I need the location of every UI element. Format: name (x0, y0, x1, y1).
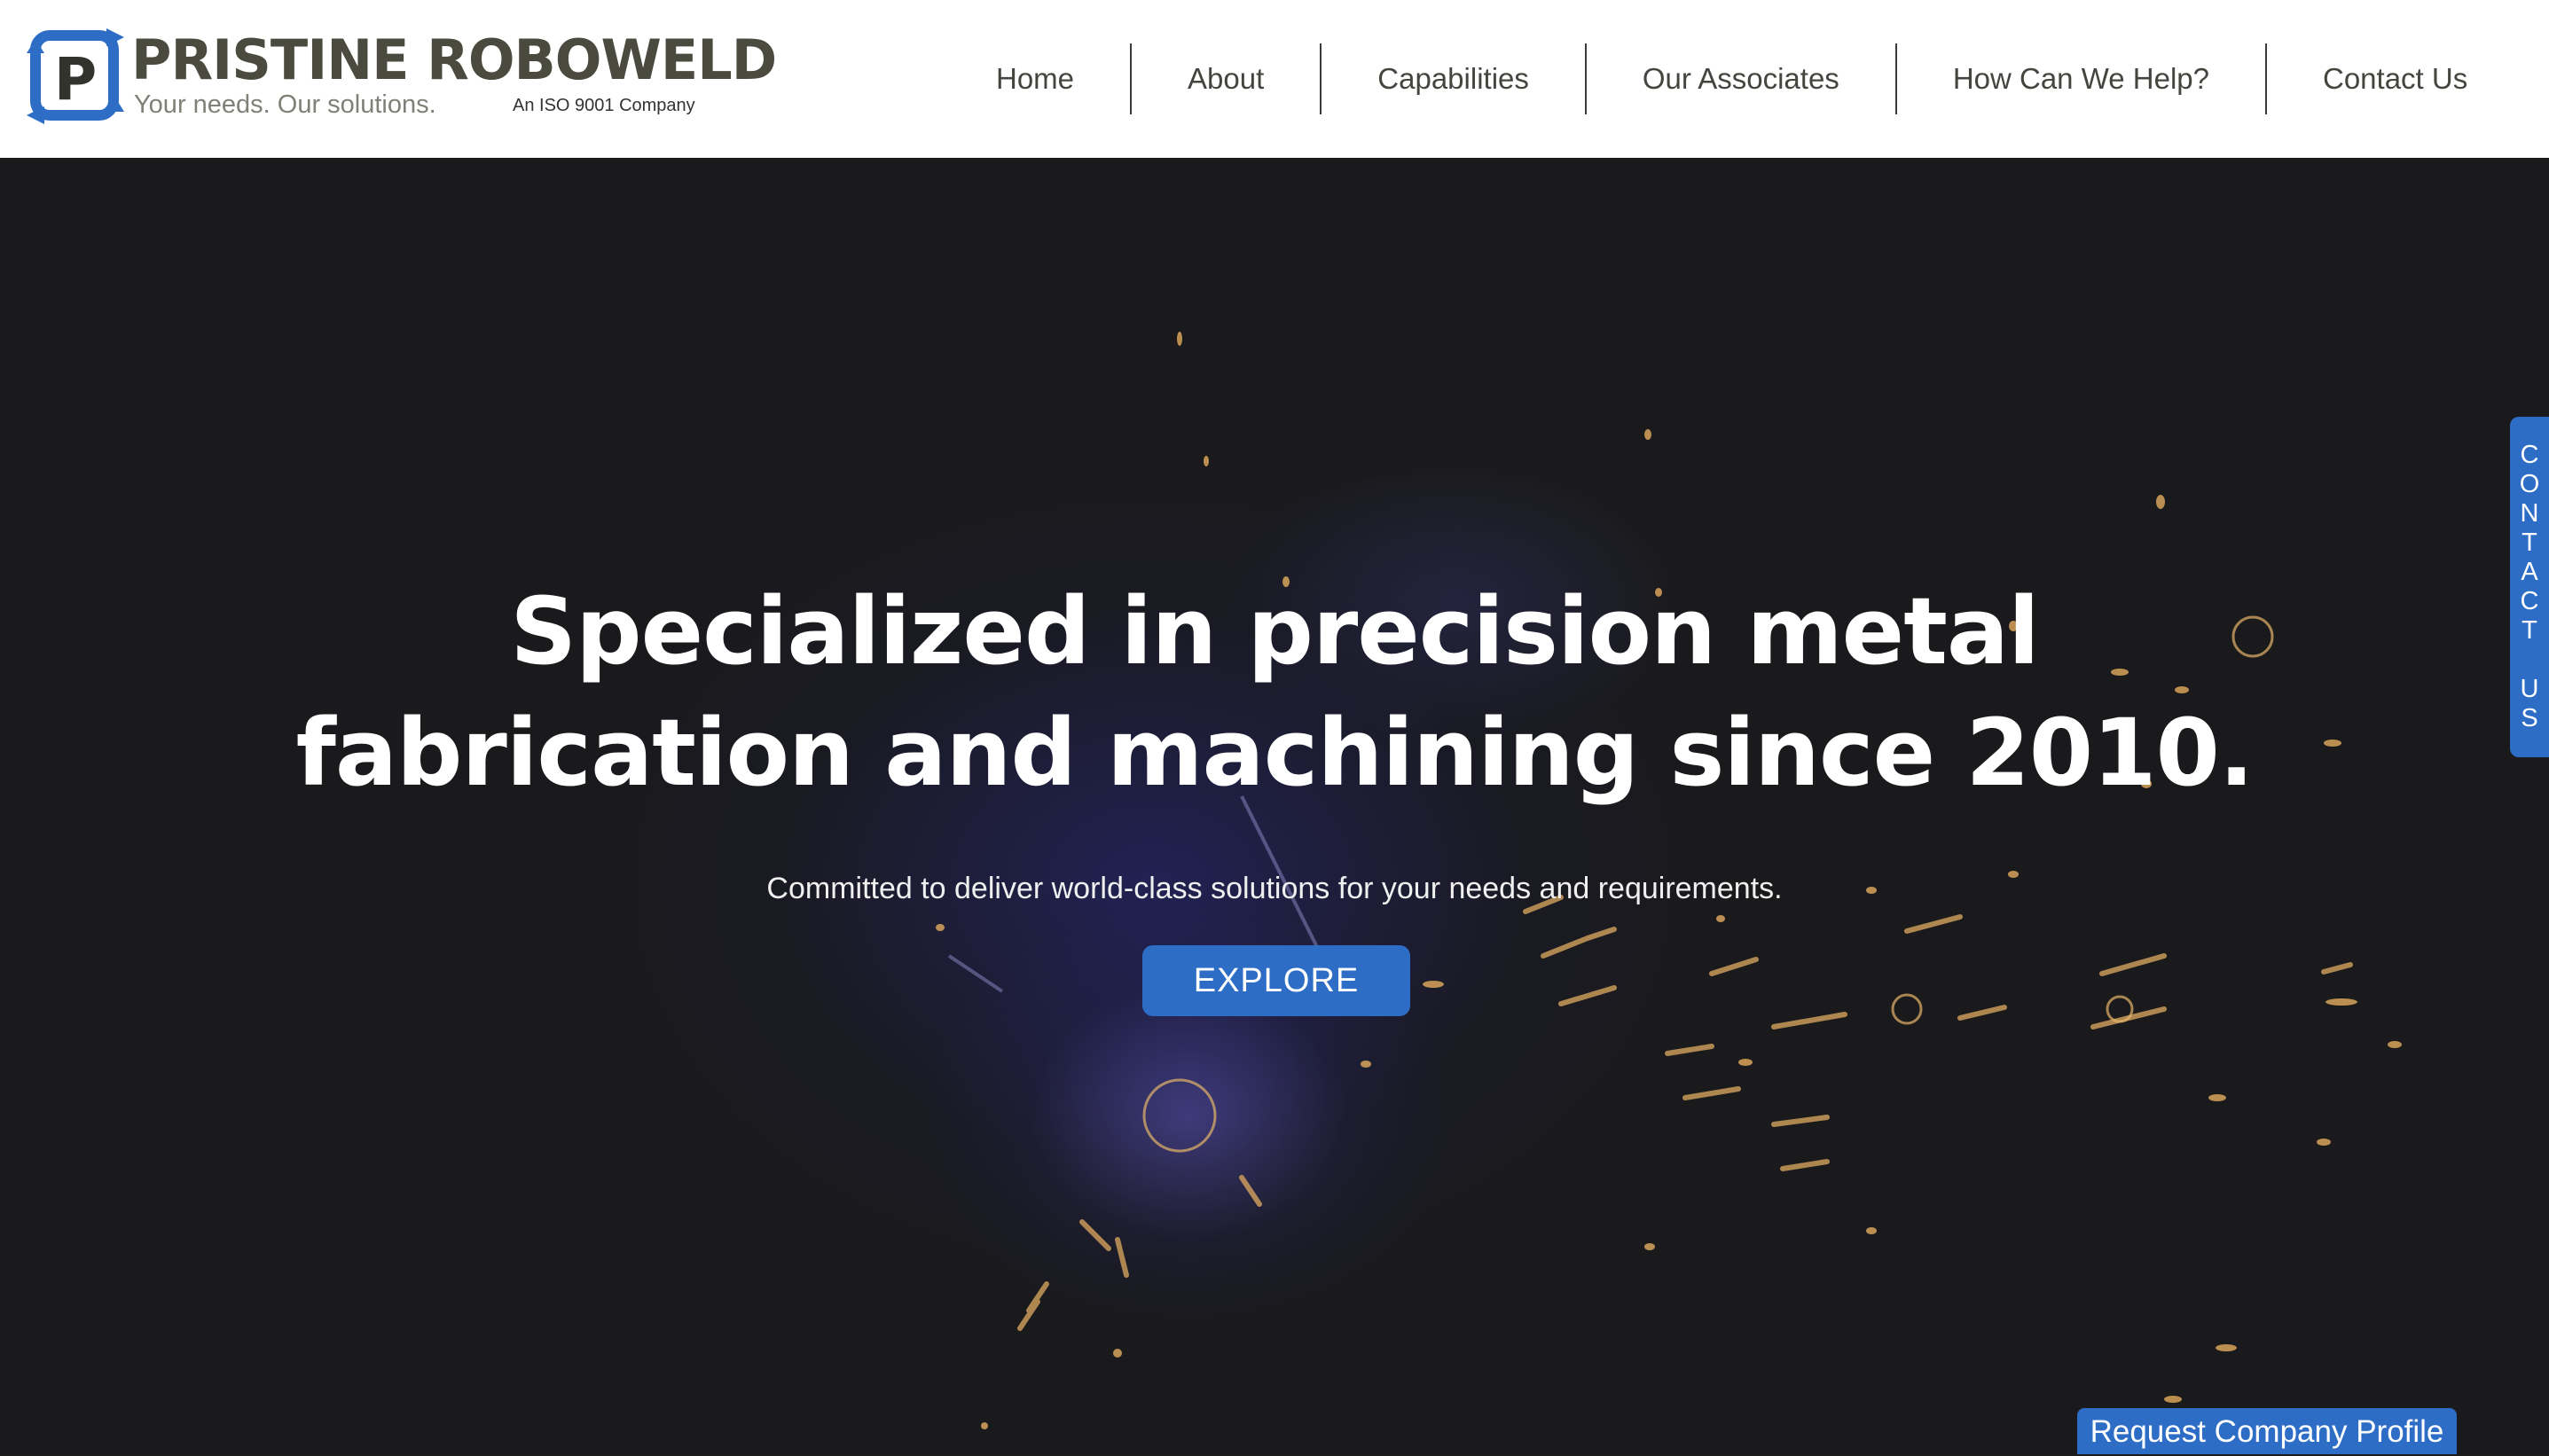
brand-name[interactable]: PRISTINE ROBOWELD (131, 27, 777, 94)
svg-text:P: P (54, 45, 97, 114)
brand-tagline: Your needs. Our solutions. (134, 90, 436, 119)
nav-item-home[interactable]: Home (940, 43, 1130, 115)
hero-subtitle: Committed to deliver world-class solutio… (766, 872, 1783, 905)
explore-button[interactable]: EXPLORE (1142, 945, 1410, 1016)
contact-us-side-tab[interactable]: C O N T A C T U S (2510, 417, 2549, 757)
nav-item-how-can-we-help[interactable]: How Can We Help? (1897, 43, 2265, 115)
side-tab-letter: S (2521, 704, 2538, 732)
hero-headline-line-1: Specialized in precision metal (510, 577, 2040, 685)
side-tab-letter: T (2522, 528, 2537, 557)
request-company-profile-button[interactable]: Request Company Profile (2077, 1408, 2457, 1454)
site-header: P PRISTINE ROBOWELD Your needs. Our solu… (0, 0, 2549, 158)
side-tab-letter: O (2519, 470, 2540, 498)
nav-item-capabilities[interactable]: Capabilities (1322, 43, 1585, 115)
hero-headline-line-2: fabrication and machining since 2010. (295, 699, 2255, 807)
side-tab-letter: A (2521, 558, 2538, 586)
hero-section: Specialized in precision metal fabricati… (0, 158, 2549, 1454)
company-logo-icon[interactable]: P (27, 27, 124, 126)
nav-item-our-associates[interactable]: Our Associates (1587, 43, 1895, 115)
nav-item-contact-us[interactable]: Contact Us (2267, 43, 2523, 115)
side-tab-letter: U (2520, 675, 2539, 703)
side-tab-letter: C (2520, 587, 2539, 615)
nav-item-about[interactable]: About (1132, 43, 1320, 115)
side-tab-letter: N (2520, 499, 2539, 528)
hero-headline: Specialized in precision metal fabricati… (0, 571, 2549, 814)
iso-badge-text: An ISO 9001 Company (513, 96, 695, 115)
main-navigation: Home About Capabilities Our Associates H… (940, 43, 2523, 115)
side-tab-letter: T (2522, 616, 2537, 645)
side-tab-letter: C (2520, 441, 2539, 469)
